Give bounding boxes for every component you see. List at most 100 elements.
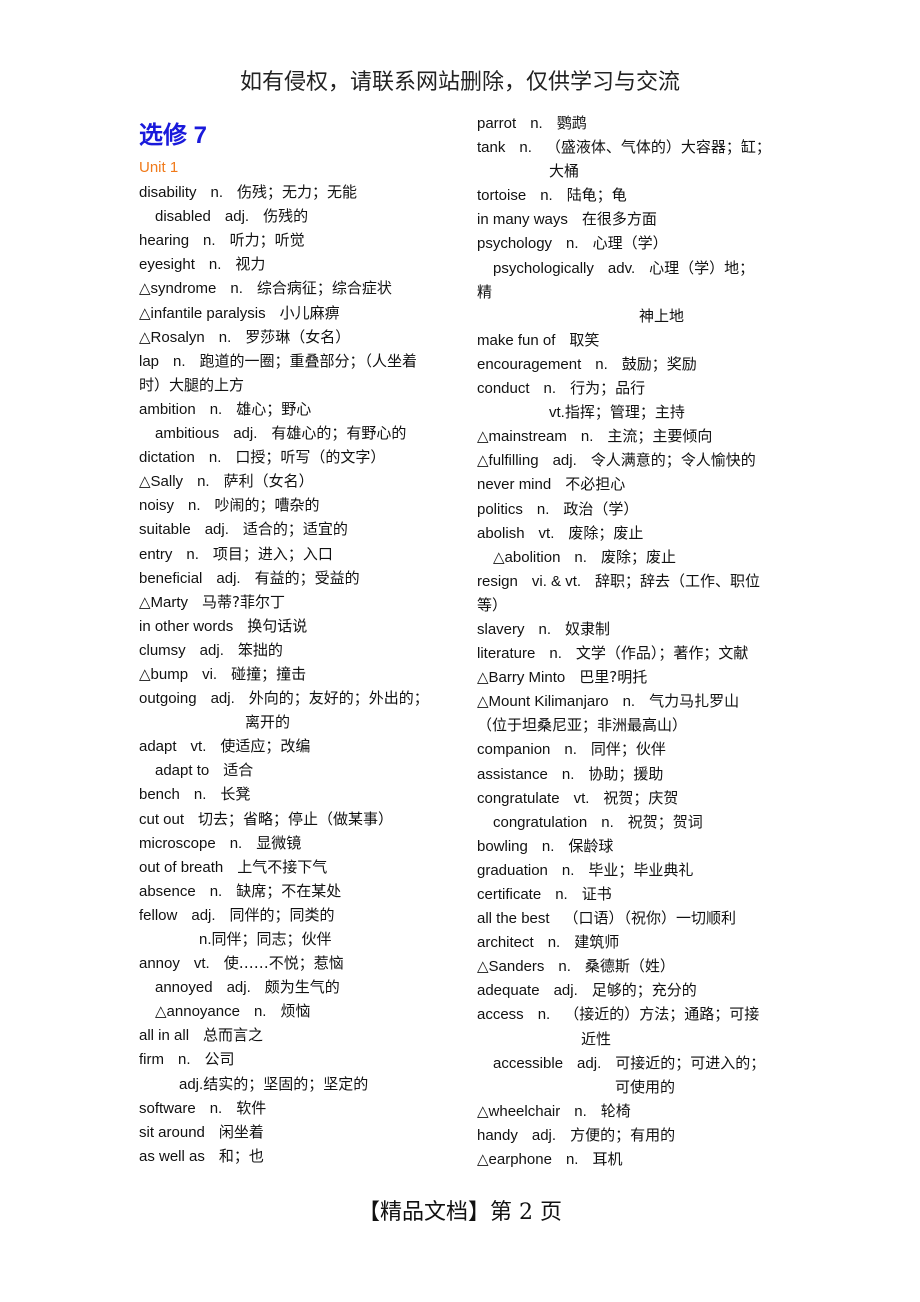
vocab-entry: △Sally n. 萨利（女名） (139, 469, 459, 493)
vocab-word: △bump (139, 665, 189, 683)
vocab-meaning: 可使用的 (615, 1077, 676, 1096)
part-of-speech: n. (197, 473, 210, 491)
part-of-speech: n. (566, 235, 579, 253)
vocab-word: eyesight (139, 256, 195, 274)
vocab-meaning: 伤残；无力；无能 (237, 183, 358, 202)
vocab-word: access (477, 1006, 524, 1024)
vocab-meaning: 小儿麻痹 (279, 303, 340, 322)
vocab-entry: assistance n. 协助；援助 (477, 762, 802, 786)
vocab-word: dictation (139, 449, 195, 467)
part-of-speech: n. (208, 449, 222, 467)
vocab-word: parrot (477, 115, 517, 132)
vocab-meaning: 心理（学） (592, 234, 668, 253)
vocab-entry: absence n. 缺席；不在某处 (139, 879, 459, 903)
vocab-meaning: 综合病征；综合症状 (256, 279, 392, 298)
vocab-entry: in many ways 在很多方面 (477, 207, 802, 231)
part-of-speech: adv. (607, 259, 636, 277)
vocab-entry: congratulate vt. 祝贺；庆贺 (477, 786, 802, 810)
vocab-entry-continuation: vt.指挥；管理；主持 (477, 400, 802, 424)
part-of-speech: n. (530, 115, 543, 132)
vocab-meaning: 有雄心的；有野心的 (271, 424, 407, 443)
part-of-speech: n. (574, 1102, 587, 1120)
vocab-entry: adapt vt. 使适应；改编 (139, 734, 459, 758)
vocab-entry: out of breath 上气不接下气 (139, 855, 459, 879)
vocab-meaning: 显微镜 (256, 833, 302, 852)
vocab-meaning: 闲坐着 (218, 1122, 264, 1141)
vocab-word: △Barry Minto (477, 669, 566, 687)
vocab-meaning: 陆龟；龟 (566, 186, 627, 205)
vocab-word: disabled (155, 208, 211, 226)
vocab-word: adequate (477, 982, 540, 1000)
section-title: 选修 7 (139, 122, 208, 149)
vocab-word: noisy (139, 497, 175, 515)
vocab-word: ambitious (155, 425, 220, 443)
vocab-meaning: 祝贺；庆贺 (603, 788, 679, 807)
vocab-meaning: 缺席；不在某处 (236, 881, 342, 900)
vocab-meaning: 保龄球 (568, 836, 614, 855)
part-of-speech: n. (561, 765, 575, 783)
part-of-speech: n. (595, 355, 608, 373)
vocab-word: literature (477, 645, 536, 663)
part-of-speech: adj. (204, 521, 229, 539)
vocab-meaning: 祝贺；贺词 (627, 812, 703, 831)
vocab-entry: in other words 换句话说 (139, 614, 459, 638)
vocab-column-right: parrot n. 鹦鹉 tank n. （盛液体、气体的）大容器；缸； 大桶 tortois… (477, 111, 802, 1171)
vocab-word: △annoyance (155, 1003, 240, 1021)
vocab-entry: slavery n. 奴隶制 (477, 617, 802, 641)
part-of-speech: n. (229, 834, 243, 852)
vocab-entry: psychology n. 心理（学） (477, 231, 802, 255)
vocab-word: suitable (139, 521, 191, 539)
vocab-meaning: 在很多方面 (581, 210, 657, 229)
vocab-word: adapt (139, 738, 177, 756)
vocab-meaning: 近性 (581, 1029, 612, 1048)
vocab-meaning: 足够的；充分的 (591, 981, 697, 1000)
vocab-word: disability (139, 184, 197, 202)
vocab-entry: graduation n. 毕业；毕业典礼 (477, 858, 802, 882)
part-of-speech: n. (193, 786, 207, 804)
vocab-entry: firm n. 公司 (139, 1047, 459, 1071)
vocab-word: △infantile paralysis (139, 304, 266, 322)
part-of-speech: adj. (179, 1075, 204, 1093)
vocab-word: make fun of (477, 331, 556, 349)
part-of-speech: n. (537, 1006, 551, 1024)
vocab-meaning: 听力；听觉 (229, 231, 305, 250)
part-of-speech: adj. (199, 641, 224, 659)
vocab-meaning: 上气不接下气 (237, 857, 328, 876)
vocab-entry: politics n. 政治（学） (477, 497, 802, 521)
vocab-meaning: 桑德斯（姓） (584, 957, 675, 976)
part-of-speech: adj. (191, 906, 216, 924)
vocab-word: ambition (139, 400, 196, 418)
vocab-meaning: 大桶 (549, 162, 580, 181)
vocab-entry: entry n. 项目；进入；入口 (139, 542, 459, 566)
vocab-meaning: 毕业；毕业典礼 (588, 860, 694, 879)
vocab-entry: sit around 闲坐着 (139, 1120, 459, 1144)
part-of-speech: vi. & vt. (531, 572, 582, 590)
vocab-meaning: 罗莎琳（女名） (245, 327, 351, 346)
vocab-meaning: 同伴的；同类的 (229, 905, 335, 924)
vocab-word: as well as (139, 1147, 205, 1165)
vocab-word: resign (477, 572, 518, 590)
part-of-speech: n. (209, 882, 223, 900)
part-of-speech: n. (565, 1151, 579, 1169)
vocab-meaning: 结实的；坚固的；坚定的 (203, 1074, 369, 1093)
vocab-word: psychology (477, 235, 553, 253)
vocab-meaning: 同伴；同志；伙伴 (211, 930, 332, 948)
part-of-speech: n. (218, 328, 232, 346)
vocab-meaning: 鼓励；奖励 (621, 354, 697, 373)
vocab-entry: suitable adj. 适合的；适宜的 (139, 517, 459, 541)
part-of-speech: n. (541, 837, 555, 855)
vocab-word: sit around (139, 1123, 205, 1141)
vocab-meaning: 和；也 (218, 1146, 264, 1165)
vocab-meaning: 切去；省略；停止（做某事） (198, 809, 394, 828)
vocab-entry: lap n. 跑道的一圈；重叠部分；（人坐着 (139, 349, 459, 373)
vocab-entry: make fun of 取笑 (477, 328, 802, 352)
vocab-meaning: 马蒂?菲尔丁 (202, 592, 286, 611)
vocab-list-right: parrot n. 鹦鹉 tank n. （盛液体、气体的）大容器；缸； 大桶 tortois… (477, 111, 802, 1171)
vocab-entry: parrot n. 鹦鹉 (477, 111, 802, 135)
vocab-meaning: 气力马扎罗山 (649, 692, 740, 711)
vocab-meaning: 口授；听写（的文字） (235, 448, 386, 467)
vocab-meaning: 时）大腿的上方 (139, 375, 245, 394)
vocab-meaning: 碰撞；撞击 (231, 664, 307, 683)
vocab-word: software (139, 1099, 196, 1117)
vocab-word: out of breath (139, 858, 224, 876)
